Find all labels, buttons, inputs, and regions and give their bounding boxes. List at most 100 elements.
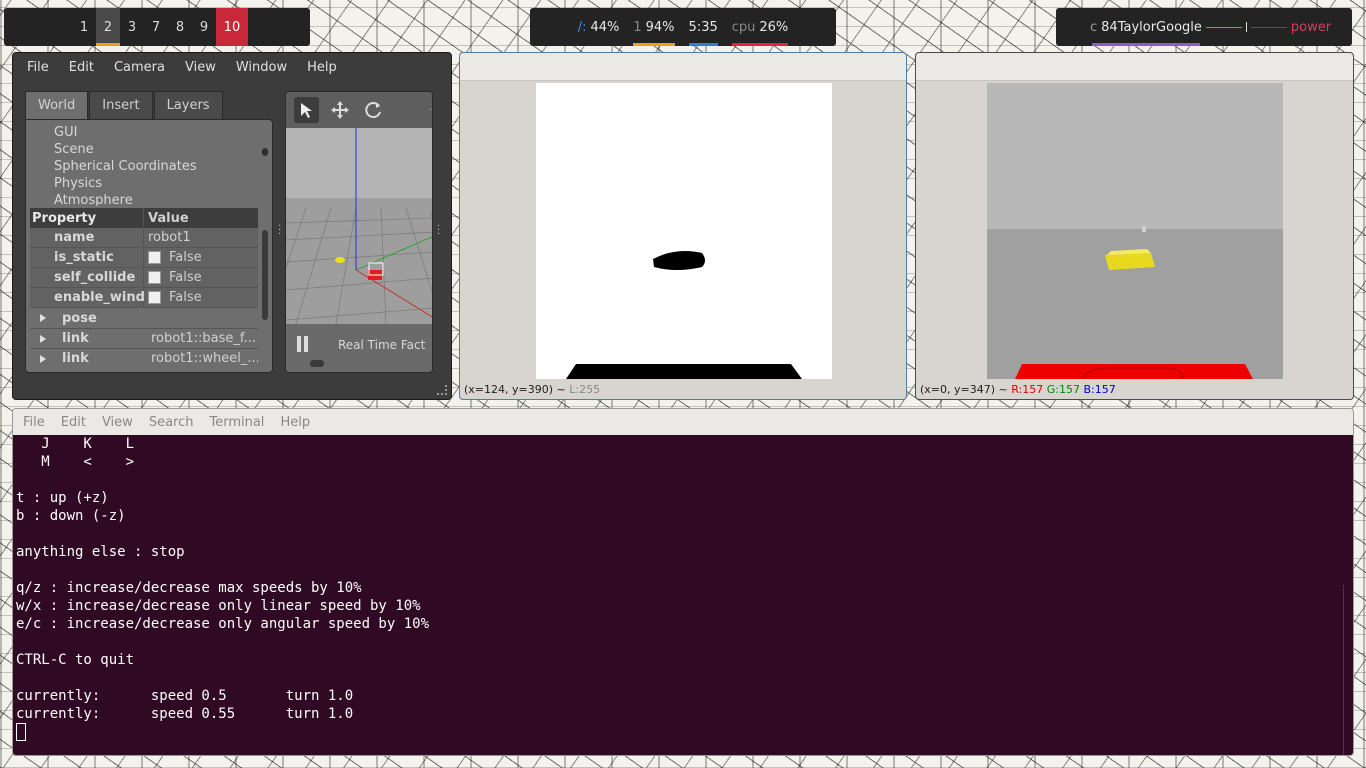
- checkbox[interactable]: [148, 291, 161, 304]
- expand-arrow-icon[interactable]: [40, 354, 46, 363]
- property-row[interactable]: name robot1: [30, 227, 258, 248]
- property-value[interactable]: False: [144, 290, 258, 305]
- splitter-handle[interactable]: · · ·: [437, 222, 440, 240]
- tab-insert[interactable]: Insert: [89, 91, 153, 119]
- gazebo-3d-scene[interactable]: [286, 128, 432, 325]
- property-row-expandable[interactable]: link robot1::base_f...: [30, 328, 258, 348]
- property-row-expandable[interactable]: link robot1::wheel_...: [30, 348, 258, 368]
- property-value: robot1::wheel_...: [151, 351, 258, 366]
- terminal-scrollbar[interactable]: [1343, 585, 1349, 755]
- disk-usage: /: 44%: [578, 8, 620, 46]
- property-row-expandable[interactable]: pose: [30, 308, 258, 328]
- workspace-button[interactable]: 9: [192, 8, 216, 46]
- property-header: Property Value: [30, 208, 258, 228]
- playback-bar: Real Time Fact: [286, 324, 432, 372]
- menu-window[interactable]: Window: [236, 60, 287, 75]
- viewer-status: (x=124, y=390) ~ L:255: [464, 383, 600, 399]
- checkbox-label: False: [169, 270, 202, 285]
- checkbox[interactable]: [148, 251, 161, 264]
- terminal-menu-terminal[interactable]: Terminal: [209, 415, 264, 430]
- tab-layers[interactable]: Layers: [153, 91, 223, 119]
- more-tools-icon[interactable]: ·: [393, 97, 432, 123]
- render-toolbar: ·: [286, 92, 432, 128]
- checkbox[interactable]: [148, 271, 161, 284]
- terminal-menu-help[interactable]: Help: [280, 415, 310, 430]
- panel-tabs: World Insert Layers: [25, 91, 273, 119]
- property-key: link: [30, 329, 147, 349]
- cpu-label: cpu: [731, 19, 756, 35]
- property-row[interactable]: enable_wind False: [30, 287, 258, 308]
- tree-item-atmosphere[interactable]: Atmosphere: [54, 192, 272, 206]
- property-value[interactable]: False: [144, 270, 258, 285]
- property-value[interactable]: robot1: [144, 230, 258, 245]
- property-row[interactable]: self_collide False: [30, 267, 258, 288]
- splitter-handle[interactable]: · · ·: [278, 222, 281, 240]
- terminal-line: e/c : increase/decrease only angular spe…: [16, 616, 430, 632]
- clock: 5:35: [688, 8, 718, 46]
- terminal-output[interactable]: J K L M < > t : up (+z) b : down (-z) any…: [13, 435, 1353, 755]
- property-header-value: Value: [148, 210, 189, 226]
- tab-world[interactable]: World: [25, 91, 89, 119]
- terminal-line: currently: speed 0.55 turn 1.0: [16, 706, 362, 722]
- property-row[interactable]: is_static False: [30, 247, 258, 268]
- tree-item-spherical-coordinates[interactable]: Spherical Coordinates: [54, 158, 272, 175]
- menu-view[interactable]: View: [185, 60, 216, 75]
- terminal-line: w/x : increase/decrease only linear spee…: [16, 598, 421, 614]
- terminal-line: currently: speed 0.5 turn 1.0: [16, 688, 362, 704]
- resize-grip-icon[interactable]: [437, 385, 447, 395]
- volume-slider[interactable]: [1205, 26, 1242, 28]
- menu-edit[interactable]: Edit: [69, 60, 94, 75]
- terminal-cursor[interactable]: [16, 723, 26, 741]
- pause-icon[interactable]: [296, 336, 310, 352]
- viewer-titlebar[interactable]: [460, 53, 906, 81]
- workspace-button-active[interactable]: 2: [96, 8, 120, 46]
- terminal-window: File Edit View Search Terminal Help J K …: [12, 408, 1354, 756]
- menu-camera[interactable]: Camera: [114, 60, 165, 75]
- camera-image-viewer: (x=0, y=347) ~ R:157 G:157 B:157: [915, 52, 1354, 400]
- rotate-mode-icon[interactable]: [360, 97, 385, 123]
- terminal-menu-view[interactable]: View: [102, 415, 133, 430]
- viewer-titlebar[interactable]: [916, 53, 1353, 81]
- workspace-button[interactable]: 8: [168, 8, 192, 46]
- terminal-line: b : down (-z): [16, 508, 126, 524]
- tree-item-scene[interactable]: Scene: [54, 141, 272, 158]
- terminal-menubar: File Edit View Search Terminal Help: [13, 409, 1353, 435]
- tree-item-gui[interactable]: GUI: [54, 124, 272, 141]
- terminal-menu-search[interactable]: Search: [149, 415, 194, 430]
- select-mode-icon[interactable]: [294, 97, 320, 123]
- terminal-line: q/z : increase/decrease max speeds by 10…: [16, 580, 362, 596]
- horizontal-scrollbar[interactable]: [310, 360, 324, 367]
- terminal-menu-file[interactable]: File: [23, 415, 45, 430]
- terminal-menu-edit[interactable]: Edit: [61, 415, 86, 430]
- property-key: pose: [30, 308, 144, 328]
- menu-file[interactable]: File: [27, 60, 49, 75]
- expand-arrow-icon[interactable]: [40, 334, 46, 343]
- expand-arrow-icon[interactable]: [40, 314, 46, 322]
- cursor-coordinates: (x=0, y=347) ~: [920, 383, 1008, 396]
- property-value[interactable]: False: [144, 250, 258, 265]
- workspace-button[interactable]: 3: [120, 8, 144, 46]
- battery-label: 1: [633, 19, 642, 35]
- translate-mode-icon[interactable]: [327, 97, 352, 123]
- workspace-button[interactable]: 1: [72, 8, 96, 46]
- property-value: robot1::base_f...: [151, 331, 256, 346]
- workspace-button[interactable]: 7: [144, 8, 168, 46]
- gazebo-window: File Edit Camera View Window Help World …: [12, 52, 452, 400]
- property-scrollbar[interactable]: [262, 230, 268, 320]
- battery-underline: [633, 43, 675, 46]
- power-button[interactable]: power: [1291, 20, 1331, 35]
- volume-slider-track[interactable]: [1250, 26, 1287, 28]
- depth-image[interactable]: [536, 83, 832, 379]
- tree-scrollbar[interactable]: [262, 148, 268, 156]
- render-view[interactable]: · Real Time Fact: [285, 91, 433, 373]
- volume-slider-knob[interactable]: [1245, 22, 1247, 32]
- workspace-button-urgent[interactable]: 10: [216, 8, 248, 46]
- menu-help[interactable]: Help: [307, 60, 337, 75]
- terminal-line: J K L: [16, 436, 135, 452]
- camera-image[interactable]: [987, 83, 1283, 379]
- world-tree: GUI Scene Spherical Coordinates Physics …: [26, 120, 272, 206]
- tree-item-physics[interactable]: Physics: [54, 175, 272, 192]
